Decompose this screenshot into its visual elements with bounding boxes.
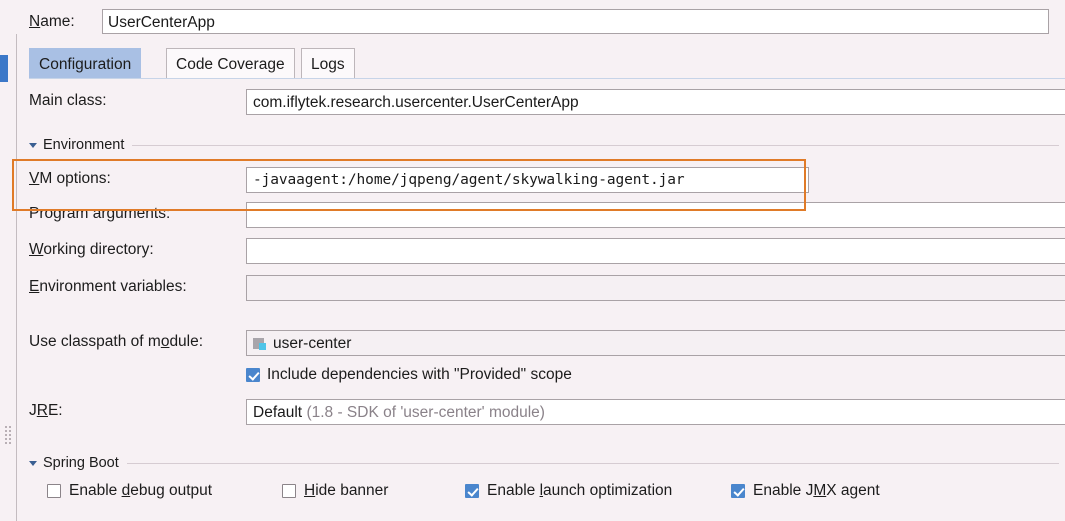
chevron-down-icon[interactable]	[29, 142, 37, 148]
environment-variables-label: Environment variables:	[29, 278, 187, 295]
enable-jmx-agent-checkbox-row[interactable]: Enable JMX agent	[731, 482, 880, 500]
vm-options-input[interactable]: -javaagent:/home/jqpeng/agent/skywalking…	[246, 167, 809, 193]
include-dependencies-checkbox[interactable]	[246, 368, 260, 382]
module-icon	[253, 337, 267, 350]
enable-launch-optimization-checkbox-row[interactable]: Enable launch optimization	[465, 482, 672, 500]
environment-variables-input[interactable]	[246, 275, 1065, 301]
tab-configuration[interactable]: Configuration	[29, 48, 142, 78]
panel-splitter-handle[interactable]	[5, 424, 12, 450]
classpath-module-label: Use classpath of module:	[29, 333, 204, 350]
spring-boot-section-header[interactable]: Spring Boot	[29, 453, 1059, 473]
tab-underline	[29, 78, 1065, 79]
enable-jmx-agent-label: Enable JMX agent	[753, 482, 880, 499]
enable-launch-optimization-label: Enable launch optimization	[487, 482, 673, 499]
spring-boot-section-title: Spring Boot	[43, 455, 119, 471]
environment-section-header[interactable]: Environment	[29, 135, 1059, 155]
working-directory-input[interactable]	[246, 238, 1065, 264]
enable-debug-output-checkbox[interactable]	[47, 484, 61, 498]
main-class-input[interactable]: com.iflytek.research.usercenter.UserCent…	[246, 89, 1065, 115]
sidebar-selection-indicator	[0, 55, 8, 82]
classpath-module-value: user-center	[273, 334, 352, 352]
classpath-module-combobox[interactable]: user-center	[246, 330, 1065, 356]
name-label: Name:	[29, 13, 75, 30]
jre-detail: (1.8 - SDK of 'user-center' module)	[306, 404, 545, 421]
hide-banner-checkbox[interactable]	[282, 484, 296, 498]
working-directory-label: Working directory:	[29, 241, 154, 258]
name-row: Name: UserCenterApp	[29, 9, 1054, 36]
hide-banner-label: Hide banner	[304, 482, 389, 499]
jre-value: Default	[253, 404, 303, 421]
vm-options-label: VM options:	[29, 170, 111, 187]
tab-strip: Configuration Code Coverage Logs	[29, 48, 1065, 79]
jre-combobox[interactable]: Default (1.8 - SDK of 'user-center' modu…	[246, 399, 1065, 425]
hide-banner-checkbox-row[interactable]: Hide banner	[282, 482, 388, 500]
environment-section-title: Environment	[43, 137, 125, 153]
main-class-label: Main class:	[29, 92, 107, 109]
chevron-down-icon[interactable]	[29, 460, 37, 466]
section-divider	[126, 462, 1059, 464]
section-divider	[132, 144, 1059, 146]
configuration-panel: Name: UserCenterApp Configuration Code C…	[17, 0, 1065, 521]
tab-logs[interactable]: Logs	[301, 48, 355, 78]
name-input[interactable]: UserCenterApp	[102, 9, 1049, 34]
include-dependencies-label: Include dependencies with "Provided" sco…	[267, 366, 572, 383]
spring-boot-options-row: Enable debug output Hide banner Enable l…	[29, 482, 1059, 502]
tab-code-coverage[interactable]: Code Coverage	[166, 48, 295, 78]
enable-debug-output-label: Enable debug output	[69, 482, 213, 499]
enable-debug-output-checkbox-row[interactable]: Enable debug output	[47, 482, 212, 500]
enable-launch-optimization-checkbox[interactable]	[465, 484, 479, 498]
include-dependencies-checkbox-row[interactable]: Include dependencies with "Provided" sco…	[246, 366, 572, 384]
program-arguments-label: Program arguments:	[29, 205, 171, 222]
program-arguments-input[interactable]	[246, 202, 1065, 228]
jre-label: JRE:	[29, 402, 63, 419]
enable-jmx-agent-checkbox[interactable]	[731, 484, 745, 498]
